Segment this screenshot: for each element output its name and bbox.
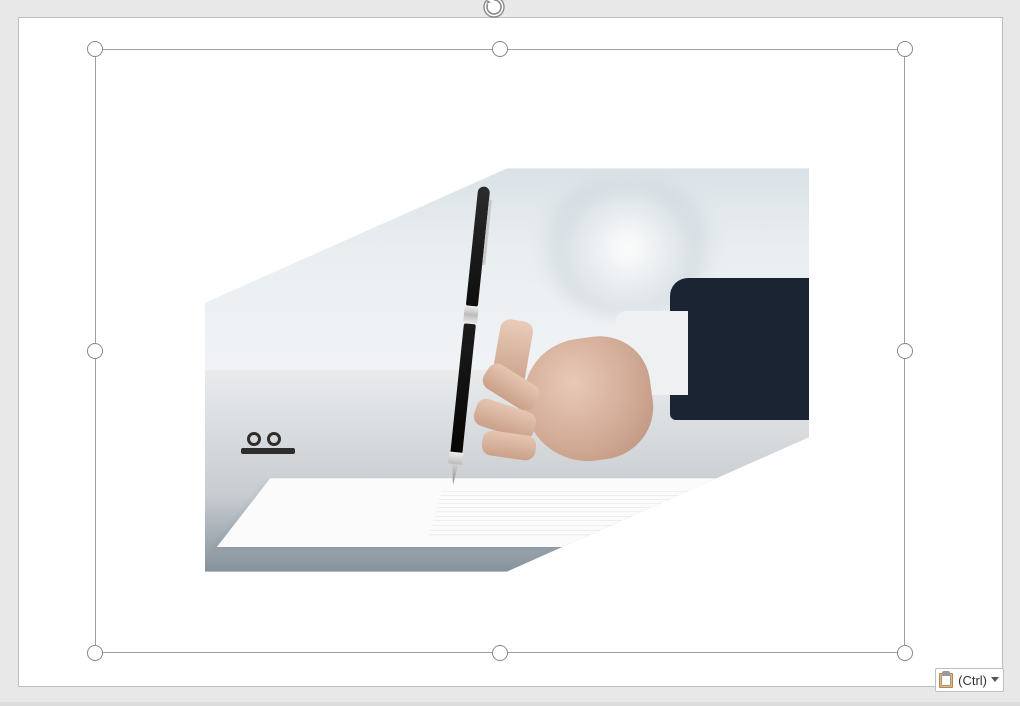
resize-handle-bottom-left[interactable] — [87, 645, 103, 661]
paste-options-label: (Ctrl) — [958, 673, 987, 688]
resize-handle-top[interactable] — [492, 41, 508, 57]
resize-handle-bottom-right[interactable] — [897, 645, 913, 661]
paste-options-button[interactable]: (Ctrl) — [935, 668, 1004, 692]
inserted-image[interactable] — [205, 160, 809, 580]
resize-handle-top-right[interactable] — [897, 41, 913, 57]
resize-handle-bottom[interactable] — [492, 645, 508, 661]
photo-content — [205, 160, 809, 580]
rotate-icon — [482, 0, 506, 19]
resize-handle-top-left[interactable] — [87, 41, 103, 57]
slide[interactable] — [18, 17, 1003, 687]
resize-handle-right[interactable] — [897, 343, 913, 359]
resize-handle-left[interactable] — [87, 343, 103, 359]
window-border — [0, 702, 1020, 706]
rotation-handle[interactable] — [481, 0, 507, 20]
chevron-down-icon — [991, 676, 999, 684]
clipboard-paste-icon — [938, 671, 954, 689]
